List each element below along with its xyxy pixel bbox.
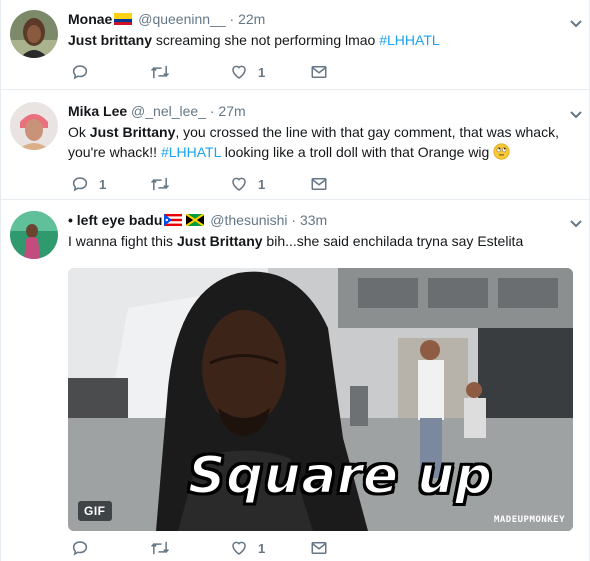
reply-count: 1 xyxy=(99,176,107,192)
retweet-icon xyxy=(150,63,170,81)
reply-icon xyxy=(71,63,89,81)
retweet-button[interactable] xyxy=(150,62,170,82)
chevron-down-icon[interactable] xyxy=(569,16,583,28)
user-handle[interactable]: @queeninn__ xyxy=(138,11,225,27)
avatar[interactable] xyxy=(10,211,58,259)
tweet-text-part: bih...she said enchilada tryna say Estel… xyxy=(262,233,524,249)
retweet-button[interactable] xyxy=(150,174,170,194)
tweet-feed: Monae @queeninn__ · 22m Just brittany sc… xyxy=(0,0,590,561)
display-name[interactable]: Monae xyxy=(68,11,112,27)
tweet-text-part: looking like a troll doll with that Oran… xyxy=(220,144,494,160)
retweet-icon xyxy=(150,539,170,557)
highlighted-term: Just brittany xyxy=(68,32,153,48)
like-button[interactable]: 1 xyxy=(230,62,265,82)
reply-button[interactable]: 1 xyxy=(71,174,106,194)
highlighted-term: Just Brittany xyxy=(176,233,263,249)
separator-dot: · xyxy=(209,103,215,119)
heart-icon xyxy=(230,175,248,193)
puerto-rico-flag-icon xyxy=(164,211,183,231)
colombia-flag-icon xyxy=(114,10,133,30)
display-name[interactable]: • left eye badu xyxy=(68,212,162,228)
gif-caption: Square up xyxy=(187,445,493,507)
tweet-text: Ok Just Brittany, you crossed the line w… xyxy=(68,122,575,165)
envelope-icon xyxy=(310,63,328,81)
avatar[interactable] xyxy=(10,102,58,150)
face-with-rolling-eyes-icon xyxy=(493,143,510,165)
direct-message-button[interactable] xyxy=(310,538,328,558)
tweet-actions: 1 xyxy=(68,62,388,82)
like-button[interactable]: 1 xyxy=(230,538,265,558)
tweet[interactable]: Monae @queeninn__ · 22m Just brittany sc… xyxy=(1,0,589,90)
user-handle[interactable]: @_nel_lee_ xyxy=(131,103,206,119)
chevron-down-icon[interactable] xyxy=(569,107,583,119)
separator-dot: · xyxy=(229,11,235,27)
display-name[interactable]: Mika Lee xyxy=(68,103,127,119)
gif-watermark: MADEUPMONKEY xyxy=(493,515,565,525)
like-count: 1 xyxy=(258,64,266,80)
envelope-icon xyxy=(310,175,328,193)
tweet-text: Just brittany screaming she not performi… xyxy=(68,30,575,50)
tweet-header: Mika Lee @_nel_lee_ · 27m xyxy=(68,101,575,121)
chevron-down-icon[interactable] xyxy=(569,216,583,228)
timestamp[interactable]: 27m xyxy=(218,103,245,119)
hashtag-link[interactable]: #LHHATL xyxy=(161,144,221,160)
jamaica-flag-icon xyxy=(185,211,205,231)
direct-message-button[interactable] xyxy=(310,62,328,82)
like-button[interactable]: 1 xyxy=(230,174,265,194)
tweet[interactable]: Mika Lee @_nel_lee_ · 27m Ok Just Britta… xyxy=(1,90,589,200)
tweet-actions: 1 xyxy=(68,538,388,558)
timestamp[interactable]: 22m xyxy=(238,11,265,27)
timestamp[interactable]: 33m xyxy=(300,212,327,228)
reply-icon xyxy=(71,175,89,193)
retweet-icon xyxy=(150,175,170,193)
reply-button[interactable] xyxy=(71,538,89,558)
gif-media[interactable]: Square up GIF MADEUPMONKEY xyxy=(68,268,573,531)
tweet-header: Monae @queeninn__ · 22m xyxy=(68,9,575,29)
hashtag-link[interactable]: #LHHATL xyxy=(379,32,439,48)
tweet-text: I wanna fight this Just Brittany bih...s… xyxy=(68,231,575,251)
like-count: 1 xyxy=(258,176,266,192)
reply-button[interactable] xyxy=(71,62,89,82)
user-handle[interactable]: @thesunishi xyxy=(210,212,287,228)
tweet-actions: 1 1 xyxy=(68,174,388,194)
heart-icon xyxy=(230,539,248,557)
tweet-text-part: I wanna fight this xyxy=(68,233,177,249)
highlighted-term: Just Brittany xyxy=(89,124,176,140)
tweet-text-part: Ok xyxy=(68,124,90,140)
retweet-button[interactable] xyxy=(150,538,170,558)
envelope-icon xyxy=(310,539,328,557)
tweet[interactable]: • left eye badu @thesunishi · 33m I wann… xyxy=(1,200,589,561)
tweet-header: • left eye badu @thesunishi · 33m xyxy=(68,210,575,230)
gif-badge: GIF xyxy=(78,501,112,521)
reply-icon xyxy=(71,539,89,557)
direct-message-button[interactable] xyxy=(310,174,328,194)
avatar[interactable] xyxy=(10,10,58,58)
tweet-text-part: screaming she not performing lmao xyxy=(152,32,380,48)
separator-dot: · xyxy=(291,212,297,228)
heart-icon xyxy=(230,63,248,81)
like-count: 1 xyxy=(258,540,266,556)
